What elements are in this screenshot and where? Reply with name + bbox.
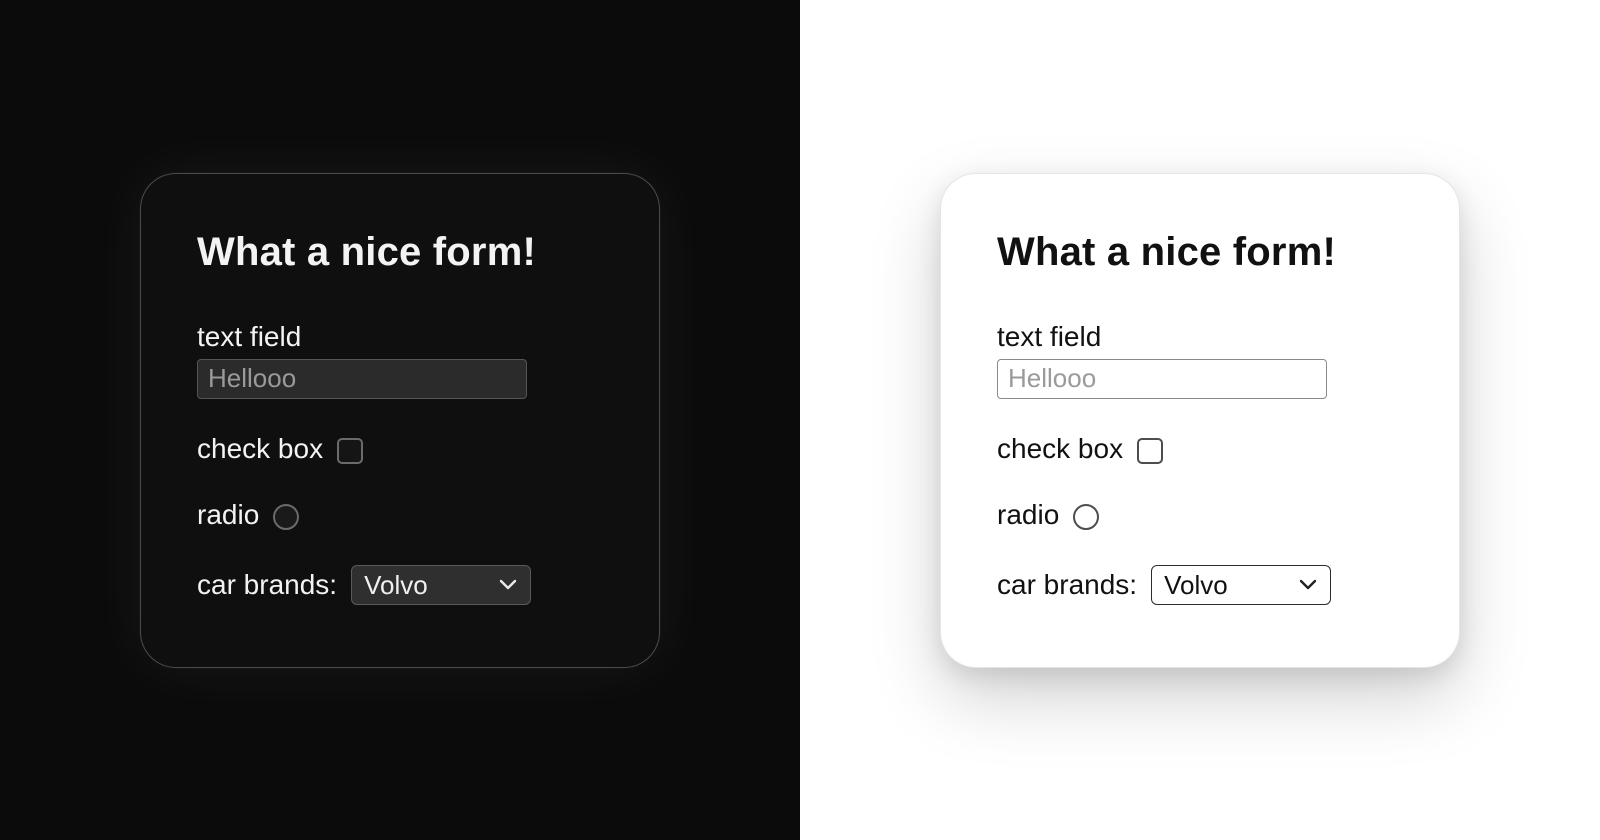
- dark-pane: What a nice form! text field check box r…: [0, 0, 800, 840]
- text-field-input[interactable]: [997, 359, 1327, 399]
- radio-label: radio: [997, 499, 1059, 531]
- text-field-label: text field: [197, 321, 603, 353]
- radio-input[interactable]: [273, 504, 299, 530]
- radio-label: radio: [197, 499, 259, 531]
- text-field-label: text field: [997, 321, 1403, 353]
- form-card-dark: What a nice form! text field check box r…: [140, 173, 660, 668]
- text-field-group: text field: [197, 321, 603, 399]
- checkbox-group: check box: [197, 433, 603, 465]
- text-field-input[interactable]: [197, 359, 527, 399]
- light-pane: What a nice form! text field check box r…: [800, 0, 1600, 840]
- select-wrap: Volvo: [1151, 565, 1331, 605]
- radio-group: radio: [997, 499, 1403, 531]
- select-wrap: Volvo: [351, 565, 531, 605]
- car-brand-select[interactable]: Volvo: [351, 565, 531, 605]
- select-group: car brands: Volvo: [197, 565, 603, 605]
- form-title: What a nice form!: [197, 230, 603, 275]
- radio-group: radio: [197, 499, 603, 531]
- select-group: car brands: Volvo: [997, 565, 1403, 605]
- checkbox-input[interactable]: [1137, 438, 1163, 464]
- form-title: What a nice form!: [997, 230, 1403, 275]
- theme-comparison-stage: What a nice form! text field check box r…: [0, 0, 1600, 840]
- car-brand-select[interactable]: Volvo: [1151, 565, 1331, 605]
- select-label: car brands:: [197, 569, 337, 601]
- select-label: car brands:: [997, 569, 1137, 601]
- checkbox-label: check box: [197, 433, 323, 465]
- form-card-light: What a nice form! text field check box r…: [940, 173, 1460, 668]
- checkbox-group: check box: [997, 433, 1403, 465]
- text-field-group: text field: [997, 321, 1403, 399]
- checkbox-input[interactable]: [337, 438, 363, 464]
- checkbox-label: check box: [997, 433, 1123, 465]
- radio-input[interactable]: [1073, 504, 1099, 530]
